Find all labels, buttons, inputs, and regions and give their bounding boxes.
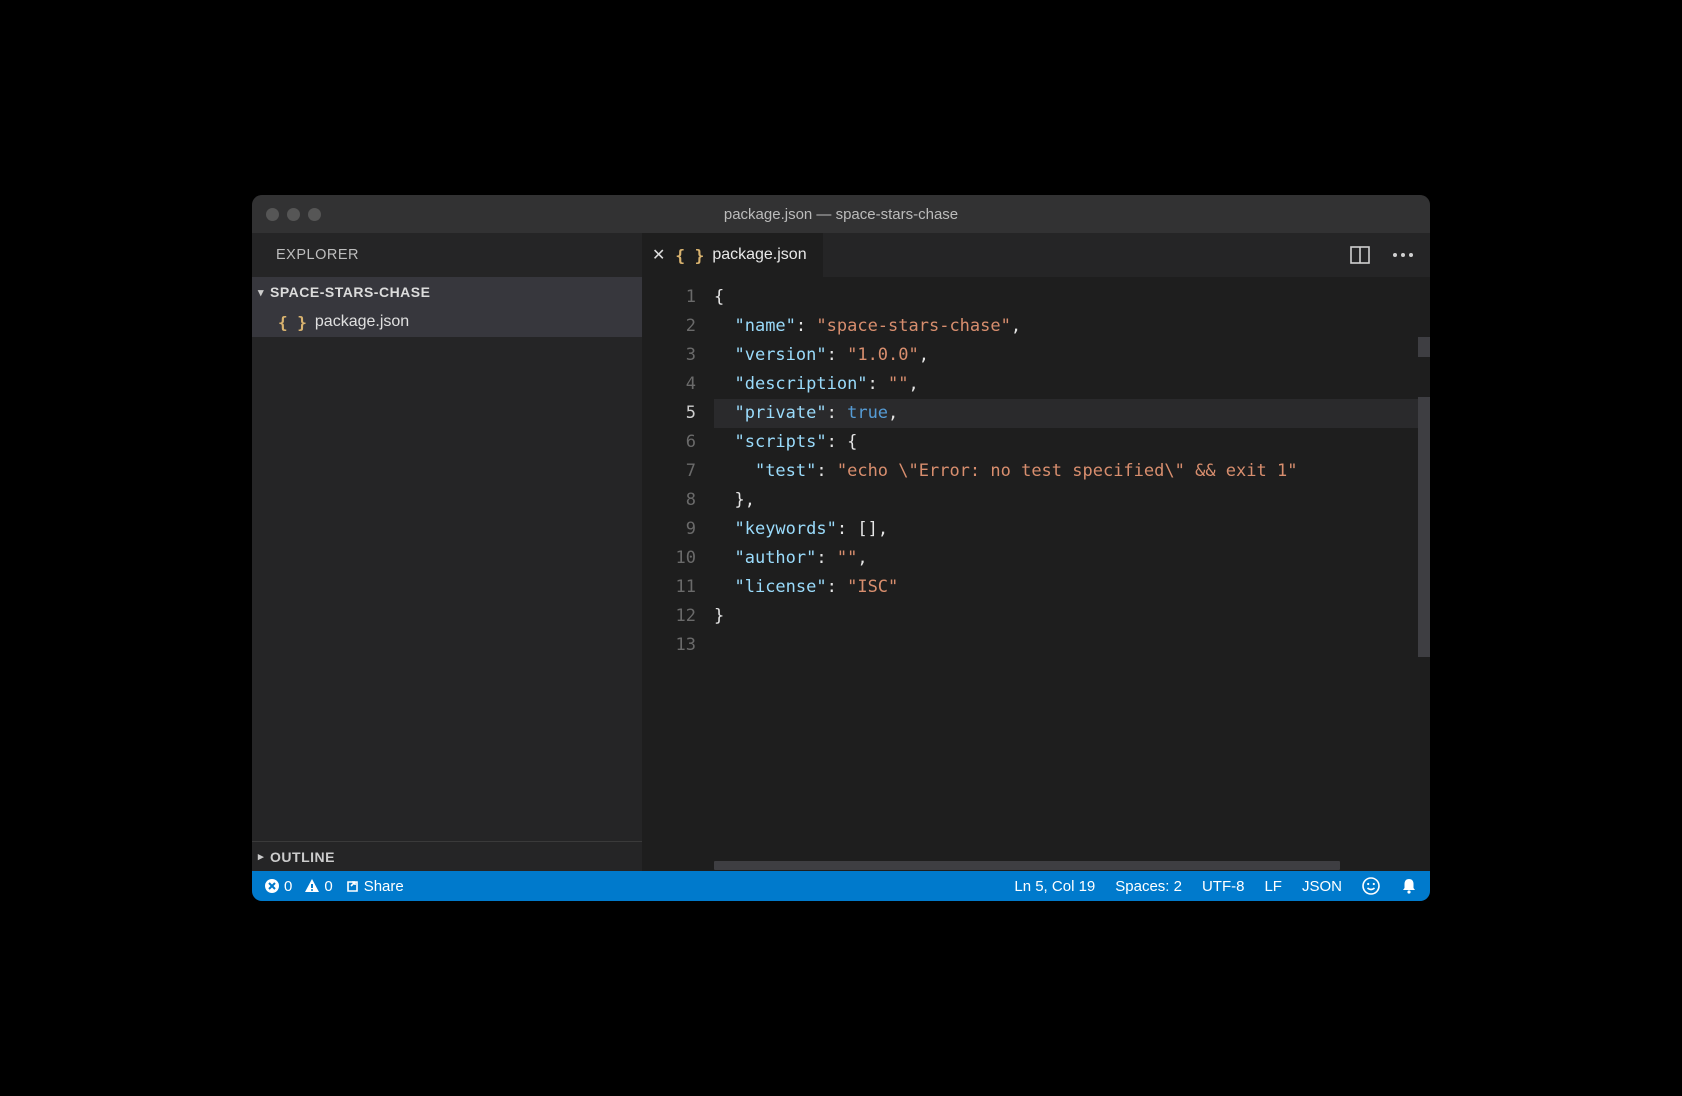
tab-bar: ✕ { } package.json: [642, 233, 1430, 277]
warning-icon: [304, 878, 320, 894]
window: package.json — space-stars-chase EXPLORE…: [252, 195, 1430, 901]
status-bar: 0 0 Share Ln 5, Col 19 Spaces: 2 UTF-8 L…: [252, 871, 1430, 901]
titlebar: package.json — space-stars-chase: [252, 195, 1430, 233]
editor-group: ✕ { } package.json 12345678910111213 {: [642, 233, 1430, 871]
tab-package-json[interactable]: ✕ { } package.json: [642, 233, 823, 277]
status-spaces[interactable]: Spaces: 2: [1115, 878, 1182, 895]
window-maximize-button[interactable]: [308, 208, 321, 221]
tab-label: package.json: [712, 246, 806, 264]
folder-header[interactable]: ▾ SPACE-STARS-CHASE: [252, 277, 642, 307]
status-cursor[interactable]: Ln 5, Col 19: [1014, 878, 1095, 895]
status-errors[interactable]: 0: [264, 878, 292, 895]
status-warnings-count: 0: [324, 878, 332, 895]
status-language[interactable]: JSON: [1302, 878, 1342, 895]
status-warnings[interactable]: 0: [304, 878, 332, 895]
window-minimize-button[interactable]: [287, 208, 300, 221]
json-file-icon: { }: [278, 313, 307, 332]
file-tree: { } package.json: [252, 307, 642, 841]
status-share-label: Share: [364, 878, 404, 895]
close-icon[interactable]: ✕: [652, 245, 665, 265]
status-errors-count: 0: [284, 878, 292, 895]
line-number-gutter: 12345678910111213: [642, 277, 714, 859]
outline-header[interactable]: ▸ OUTLINE: [252, 841, 642, 871]
more-actions-icon[interactable]: [1392, 252, 1414, 258]
code-area[interactable]: { "name": "space-stars-chase", "version"…: [714, 277, 1430, 859]
file-item-package-json[interactable]: { } package.json: [252, 307, 642, 337]
editor-body[interactable]: 12345678910111213 { "name": "space-stars…: [642, 277, 1430, 859]
traffic-lights: [252, 208, 321, 221]
split-editor-icon[interactable]: [1350, 246, 1370, 264]
scrollbar-horizontal[interactable]: [642, 859, 1430, 871]
status-eol[interactable]: LF: [1264, 878, 1282, 895]
window-close-button[interactable]: [266, 208, 279, 221]
file-item-label: package.json: [315, 313, 409, 331]
error-icon: [264, 878, 280, 894]
status-encoding[interactable]: UTF-8: [1202, 878, 1245, 895]
sidebar-title: EXPLORER: [252, 233, 642, 277]
share-icon: [345, 879, 360, 894]
feedback-icon[interactable]: [1362, 877, 1380, 895]
status-share[interactable]: Share: [345, 878, 404, 895]
bell-icon[interactable]: [1400, 877, 1418, 895]
outline-label: OUTLINE: [270, 849, 335, 865]
chevron-down-icon: ▾: [258, 286, 264, 299]
folder-name: SPACE-STARS-CHASE: [270, 284, 430, 300]
window-title: package.json — space-stars-chase: [252, 206, 1430, 223]
sidebar: EXPLORER ▾ SPACE-STARS-CHASE { } package…: [252, 233, 642, 871]
scrollbar-vertical[interactable]: [1418, 277, 1430, 859]
json-file-icon: { }: [675, 246, 704, 265]
chevron-right-icon: ▸: [258, 850, 264, 863]
